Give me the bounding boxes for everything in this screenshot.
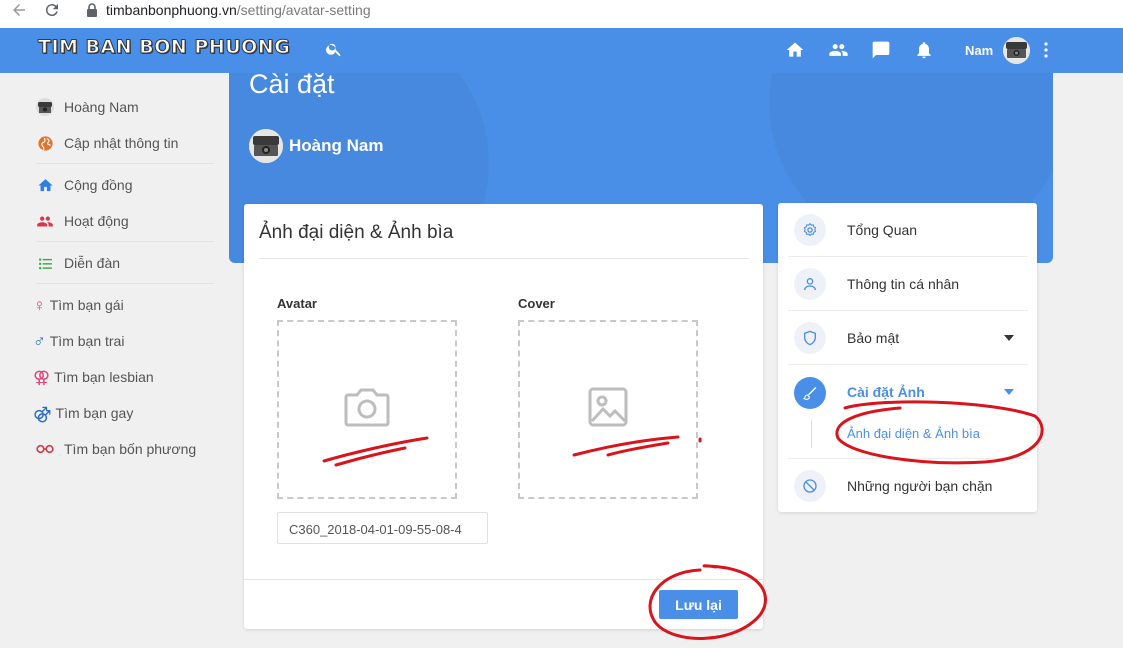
profile-avatar[interactable] <box>249 129 283 163</box>
chat-icon[interactable] <box>871 40 891 60</box>
sidebar-item-label: Tìm bạn lesbian <box>54 369 154 385</box>
home-icon[interactable] <box>785 40 805 60</box>
card-footer-divider <box>244 579 763 580</box>
left-sidebar: Hoàng Nam Cập nhật thông tin Cộng đồng H… <box>0 73 215 648</box>
menu-item-personal-info[interactable]: Thông tin cá nhân <box>778 257 1037 311</box>
sidebar-item-label: Diễn đàn <box>64 255 121 271</box>
sidebar-item-label: Tìm bạn gay <box>55 405 134 421</box>
gay-icon: ⚣ <box>33 403 52 423</box>
header-avatar[interactable] <box>1003 37 1030 64</box>
menu-label: Tổng Quan <box>847 222 918 238</box>
page-title: Cài đặt <box>249 73 335 99</box>
reload-icon[interactable] <box>42 0 62 20</box>
list-icon <box>36 254 54 272</box>
sidebar-item-forum[interactable]: Diễn đàn <box>36 252 120 274</box>
menu-item-blocked-friends[interactable]: Những người bạn chặn <box>778 459 1037 513</box>
submenu-avatar-cover[interactable]: Ảnh đại diện & Ảnh bìa <box>847 426 980 441</box>
avatar-label: Avatar <box>277 296 317 311</box>
url-domain: timbanbonphuong.vn <box>106 2 237 18</box>
save-button[interactable]: Lưu lại <box>659 590 738 619</box>
glasses-icon <box>36 440 54 458</box>
sidebar-item-activity[interactable]: Hoạt động <box>36 210 129 232</box>
sidebar-item-find-boyfriend[interactable]: ♂ Tìm bạn trai <box>33 330 124 352</box>
male-icon: ♂ <box>33 331 46 351</box>
sidebar-item-profile[interactable]: Hoàng Nam <box>36 96 139 118</box>
sidebar-item-find-girlfriend[interactable]: ♀ Tìm bạn gái <box>33 294 124 316</box>
sidebar-item-community[interactable]: Cộng đồng <box>36 174 133 196</box>
avatar-upload-box[interactable] <box>277 320 457 499</box>
submenu-line <box>811 420 812 448</box>
sidebar-item-label: Hoạt động <box>64 213 129 229</box>
top-app-bar: TIM BAN BON PHUONG Nam <box>0 28 1123 73</box>
person-icon <box>794 268 826 300</box>
group-icon <box>36 212 54 230</box>
sidebar-item-find-lesbian[interactable]: ⚢ Tìm bạn lesbian <box>33 366 154 388</box>
browser-address-bar: timbanbonphuong.vn/setting/avatar-settin… <box>0 0 1123 28</box>
female-icon: ♀ <box>33 295 46 315</box>
cover-label: Cover <box>518 296 555 311</box>
sidebar-item-label: Tìm bạn bốn phương <box>64 441 197 457</box>
back-arrow-icon[interactable] <box>9 0 29 20</box>
lesbian-icon: ⚢ <box>33 367 51 387</box>
user-avatar-icon <box>36 98 54 116</box>
avatar-filename: C360_2018-04-01-09-55-08-4 <box>277 512 488 544</box>
settings-menu: Tổng Quan Thông tin cá nhân Bảo mật Cài … <box>778 203 1037 512</box>
chevron-down-icon <box>1004 335 1014 341</box>
menu-item-photo-settings[interactable]: Cài đặt Ảnh <box>778 365 1037 419</box>
menu-item-security[interactable]: Bảo mật <box>778 311 1037 365</box>
lock-icon <box>86 3 98 17</box>
sidebar-item-label: Cập nhật thông tin <box>64 135 179 151</box>
card-title: Ảnh đại diện & Ảnh bìa <box>259 222 454 243</box>
menu-item-overview[interactable]: Tổng Quan <box>778 203 1037 257</box>
shield-icon <box>794 322 826 354</box>
home-icon <box>36 176 54 194</box>
image-icon <box>588 387 628 432</box>
site-logo[interactable]: TIM BAN BON PHUONG <box>37 36 290 59</box>
sidebar-item-find-anywhere[interactable]: Tìm bạn bốn phương <box>36 438 196 460</box>
card-divider <box>259 258 749 259</box>
sidebar-divider <box>36 163 214 164</box>
url-path: /setting/avatar-setting <box>236 2 371 18</box>
friends-icon[interactable] <box>828 40 848 60</box>
sidebar-item-update-info[interactable]: Cập nhật thông tin <box>36 132 178 154</box>
brush-icon <box>794 377 826 409</box>
search-icon[interactable] <box>325 40 345 60</box>
avatar-cover-card: Ảnh đại diện & Ảnh bìa Avatar Cover C360… <box>244 204 763 629</box>
menu-label: Cài đặt Ảnh <box>847 384 925 400</box>
sidebar-item-label: Tìm bạn trai <box>49 333 125 349</box>
sidebar-item-find-gay[interactable]: ⚣ Tìm bạn gay <box>33 402 133 424</box>
menu-label: Bảo mật <box>847 330 900 346</box>
cover-upload-box[interactable] <box>518 320 698 499</box>
sidebar-divider <box>36 283 214 284</box>
profile-name[interactable]: Hoàng Nam <box>289 136 383 156</box>
gear-icon <box>794 214 826 246</box>
camera-icon <box>344 387 390 432</box>
more-vert-icon[interactable] <box>1039 40 1053 60</box>
sidebar-divider <box>36 241 214 242</box>
globe-icon <box>36 134 54 152</box>
chevron-down-icon <box>1004 389 1014 395</box>
sidebar-item-label: Tìm bạn gái <box>49 297 124 313</box>
block-icon <box>794 470 826 502</box>
sidebar-item-label: Hoàng Nam <box>64 99 139 115</box>
menu-label: Thông tin cá nhân <box>847 276 960 292</box>
bell-icon[interactable] <box>914 40 934 60</box>
sidebar-item-label: Cộng đồng <box>64 177 133 193</box>
header-user-name[interactable]: Nam <box>965 43 993 58</box>
url-text[interactable]: timbanbonphuong.vn/setting/avatar-settin… <box>106 2 371 18</box>
menu-label: Những người bạn chặn <box>847 478 993 494</box>
